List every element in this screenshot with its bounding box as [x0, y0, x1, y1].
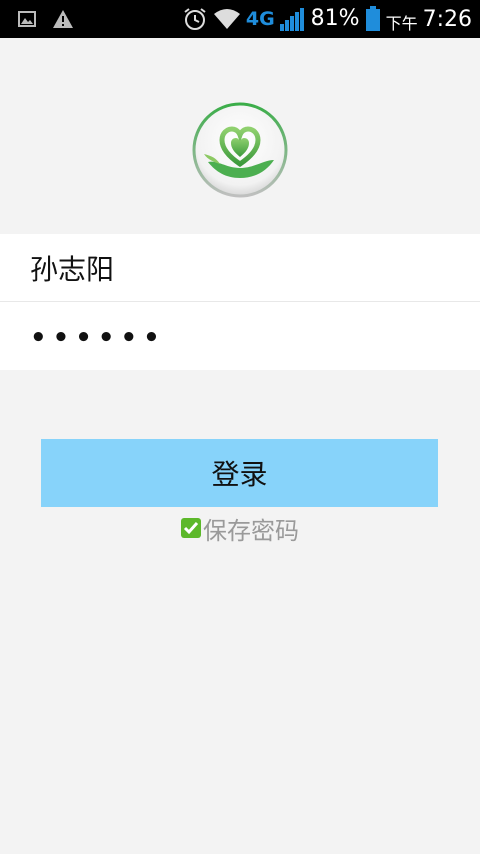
clock: 7:26	[422, 6, 472, 32]
wifi-icon	[213, 8, 241, 30]
username-value: 孙志阳	[30, 252, 115, 286]
time-prefix: 下午	[385, 14, 418, 33]
login-button[interactable]: 登录	[41, 439, 438, 507]
signal-icon	[279, 7, 306, 31]
username-field[interactable]: 孙志阳	[0, 234, 480, 301]
warning-icon	[52, 9, 74, 29]
battery-icon	[365, 6, 381, 32]
status-left-icons	[18, 0, 74, 38]
network-type-label: 4G	[245, 8, 275, 30]
password-value: ••••••	[30, 323, 166, 353]
remember-password-option[interactable]: 保存密码	[181, 512, 299, 545]
alarm-icon	[182, 6, 208, 32]
image-notification-icon	[18, 11, 36, 27]
status-bar: 4G 81% 下午 7:26	[0, 0, 480, 38]
app-logo	[192, 102, 288, 198]
status-right-icons: 4G 81% 下午 7:26	[182, 0, 472, 38]
battery-percent: 81%	[310, 6, 360, 31]
checkmark-icon	[183, 522, 199, 535]
remember-checkbox[interactable]	[181, 518, 201, 538]
remember-password-label: 保存密码	[203, 516, 299, 545]
password-field[interactable]: ••••••	[0, 302, 480, 370]
